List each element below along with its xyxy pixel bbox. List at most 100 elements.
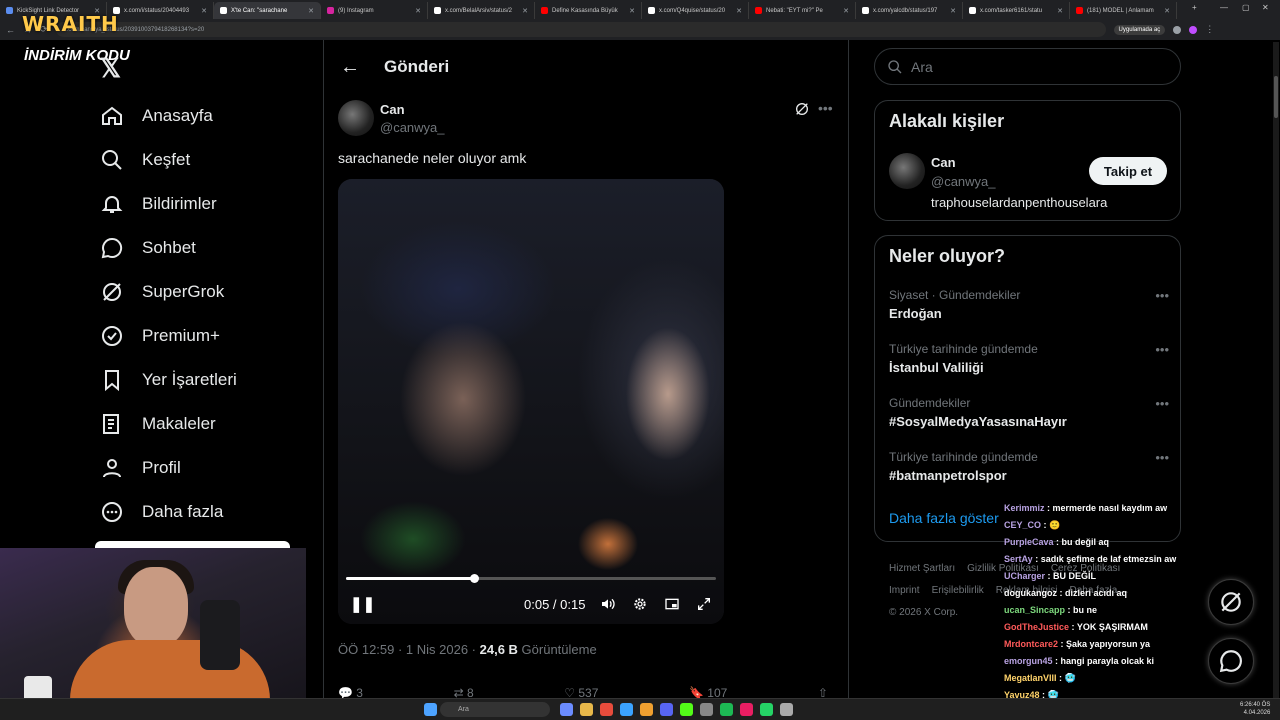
close-window-icon[interactable]: ✕ <box>1262 3 1269 12</box>
footer-link[interactable]: Erişilebilirlik <box>932 585 984 596</box>
edge-icon[interactable] <box>620 703 633 716</box>
follow-button[interactable]: Takip et <box>1089 157 1167 185</box>
browser-tab[interactable]: x.com/i/status/20404493 ✕ <box>107 2 214 19</box>
maximize-icon[interactable]: ▢ <box>1242 3 1250 12</box>
chat-username: emorgun45 <box>1004 656 1053 666</box>
back-nav-icon[interactable]: ← <box>6 25 15 35</box>
x-logo-icon[interactable]: 𝕏 <box>100 53 121 84</box>
kick-icon[interactable] <box>680 703 693 716</box>
scrollbar-track[interactable] <box>1273 42 1279 702</box>
pause-icon[interactable]: ❚❚ <box>350 595 375 613</box>
back-arrow-icon[interactable]: ← <box>340 56 360 79</box>
browser-tab[interactable]: Nebati: "EYT mi?" Pe ✕ <box>749 2 856 19</box>
show-more-link[interactable]: Daha fazla göster <box>889 510 999 526</box>
explorer-icon[interactable] <box>580 703 593 716</box>
sidebar-item-2[interactable]: Keşfet <box>96 138 316 182</box>
browser-tab[interactable]: X'te Can: "sarachane ✕ <box>214 2 321 19</box>
grok-icon[interactable] <box>794 101 810 117</box>
sidebar-item-4[interactable]: Sohbet <box>96 226 316 270</box>
extension-icon[interactable] <box>1173 25 1182 34</box>
browser-tab[interactable]: x.com/Q4quise/status/20 ✕ <box>642 2 749 19</box>
sidebar-item-1[interactable]: Anasayfa <box>96 94 316 138</box>
more-options-icon[interactable]: ••• <box>1155 342 1169 357</box>
app-icon[interactable] <box>780 703 793 716</box>
sidebar-item-5[interactable]: SuperGrok <box>96 270 316 314</box>
related-name[interactable]: Can <box>931 155 956 170</box>
tab-close-icon[interactable]: ✕ <box>308 7 314 15</box>
tab-close-icon[interactable]: ✕ <box>522 7 528 15</box>
trend-item[interactable]: Siyaset · Gündemdekiler Erdoğan ••• <box>889 288 1169 321</box>
post-author-handle[interactable]: @canwya_ <box>380 120 445 135</box>
related-handle[interactable]: @canwya_ <box>931 174 996 189</box>
tab-close-icon[interactable]: ✕ <box>736 7 742 15</box>
volume-icon[interactable] <box>600 596 616 612</box>
sidebar-item-6[interactable]: Premium+ <box>96 314 316 358</box>
tab-close-icon[interactable]: ✕ <box>843 7 849 15</box>
windows-start-icon[interactable] <box>424 703 437 716</box>
discord-icon[interactable] <box>660 703 673 716</box>
app-icon[interactable] <box>700 703 713 716</box>
tab-favicon-icon <box>6 7 13 14</box>
sidebar-item-8[interactable]: Makaleler <box>96 402 316 446</box>
webcam-microphone <box>200 600 240 670</box>
sidebar-item-7[interactable]: Yer İşaretleri <box>96 358 316 402</box>
chat-separator: : <box>1069 622 1077 632</box>
browser-tab[interactable]: x.com/yalcdb/status/197 ✕ <box>856 2 963 19</box>
profile-icon[interactable] <box>1189 25 1198 34</box>
more-options-icon[interactable]: ••• <box>1155 396 1169 411</box>
browser-tab[interactable]: x.com/tasker6161/statu ✕ <box>963 2 1070 19</box>
footer-link[interactable]: Hizmet Şartları <box>889 563 955 574</box>
plus-tab-icon[interactable]: + <box>1192 3 1197 12</box>
app-icon[interactable] <box>640 703 653 716</box>
fullscreen-icon[interactable] <box>696 596 712 612</box>
tab-close-icon[interactable]: ✕ <box>1164 7 1170 15</box>
tab-close-icon[interactable]: ✕ <box>629 7 635 15</box>
minimize-icon[interactable]: — <box>1220 3 1228 12</box>
spotify-icon[interactable] <box>720 703 733 716</box>
tab-favicon-icon <box>1076 7 1083 14</box>
tab-close-icon[interactable]: ✕ <box>415 7 421 15</box>
open-in-app-button[interactable]: Uygulamada aç <box>1113 24 1166 35</box>
trend-item[interactable]: Gündemdekiler #SosyalMedyaYasasınaHayır ••… <box>889 396 1169 429</box>
taskbar-search[interactable]: Ara <box>440 702 550 717</box>
search-input[interactable]: Ara <box>874 48 1181 85</box>
chrome-icon[interactable] <box>600 703 613 716</box>
video-progress-bar[interactable] <box>346 574 716 583</box>
grok-fab-button[interactable] <box>1208 579 1254 625</box>
browser-tab[interactable]: x.com/BelalArsiv/status/2 ✕ <box>428 2 535 19</box>
whatsapp-icon[interactable] <box>760 703 773 716</box>
more-options-icon[interactable]: ••• <box>818 100 833 116</box>
picture-in-picture-icon[interactable] <box>664 596 680 612</box>
trend-item[interactable]: Türkiye tarihinde gündemde #batmanpetrols… <box>889 450 1169 483</box>
video-scrubber-knob[interactable] <box>469 574 479 583</box>
sidebar-item-3[interactable]: Bildirimler <box>96 182 316 226</box>
taskbar-clock[interactable]: 6:26:40 ÖS 4.04.2026 <box>1240 701 1270 717</box>
post-author-name[interactable]: Can <box>380 102 405 117</box>
chat-username: UCharger <box>1004 571 1046 581</box>
messages-fab-button[interactable] <box>1208 638 1254 684</box>
post-timestamp[interactable]: ÖÖ 12:59 · 1 Nis 2026 · <box>338 642 480 657</box>
tab-close-icon[interactable]: ✕ <box>1057 7 1063 15</box>
sidebar-item-9[interactable]: Profil <box>96 446 316 490</box>
menu-icon[interactable]: ⋮ <box>1205 24 1214 35</box>
browser-tab[interactable]: (9) Instagram ✕ <box>321 2 428 19</box>
tab-favicon-icon <box>327 7 334 14</box>
more-options-icon[interactable]: ••• <box>1155 288 1169 303</box>
browser-tab[interactable]: (181) MODEL | Anlamam ✕ <box>1070 2 1177 19</box>
trend-item[interactable]: Türkiye tarihinde gündemde İstanbul Valil… <box>889 342 1169 375</box>
app-icon[interactable] <box>740 703 753 716</box>
avatar[interactable] <box>889 153 925 189</box>
avatar[interactable] <box>338 100 374 136</box>
settings-gear-icon[interactable] <box>632 596 648 612</box>
tab-close-icon[interactable]: ✕ <box>201 7 207 15</box>
sidebar-item-10[interactable]: Daha fazla <box>96 490 316 534</box>
url-field[interactable]: x.com/canwya_/status/2039100379418268134… <box>55 22 1106 37</box>
video-player[interactable]: ❚❚ 0:05 / 0:15 <box>338 179 724 624</box>
tab-close-icon[interactable]: ✕ <box>950 7 956 15</box>
scrollbar-thumb[interactable] <box>1274 76 1278 118</box>
chat-text: bu değil aq <box>1061 537 1110 547</box>
browser-tab[interactable]: Define Kasasında Büyük ✕ <box>535 2 642 19</box>
more-options-icon[interactable]: ••• <box>1155 450 1169 465</box>
footer-link[interactable]: Imprint <box>889 585 920 596</box>
taskview-icon[interactable] <box>560 703 573 716</box>
